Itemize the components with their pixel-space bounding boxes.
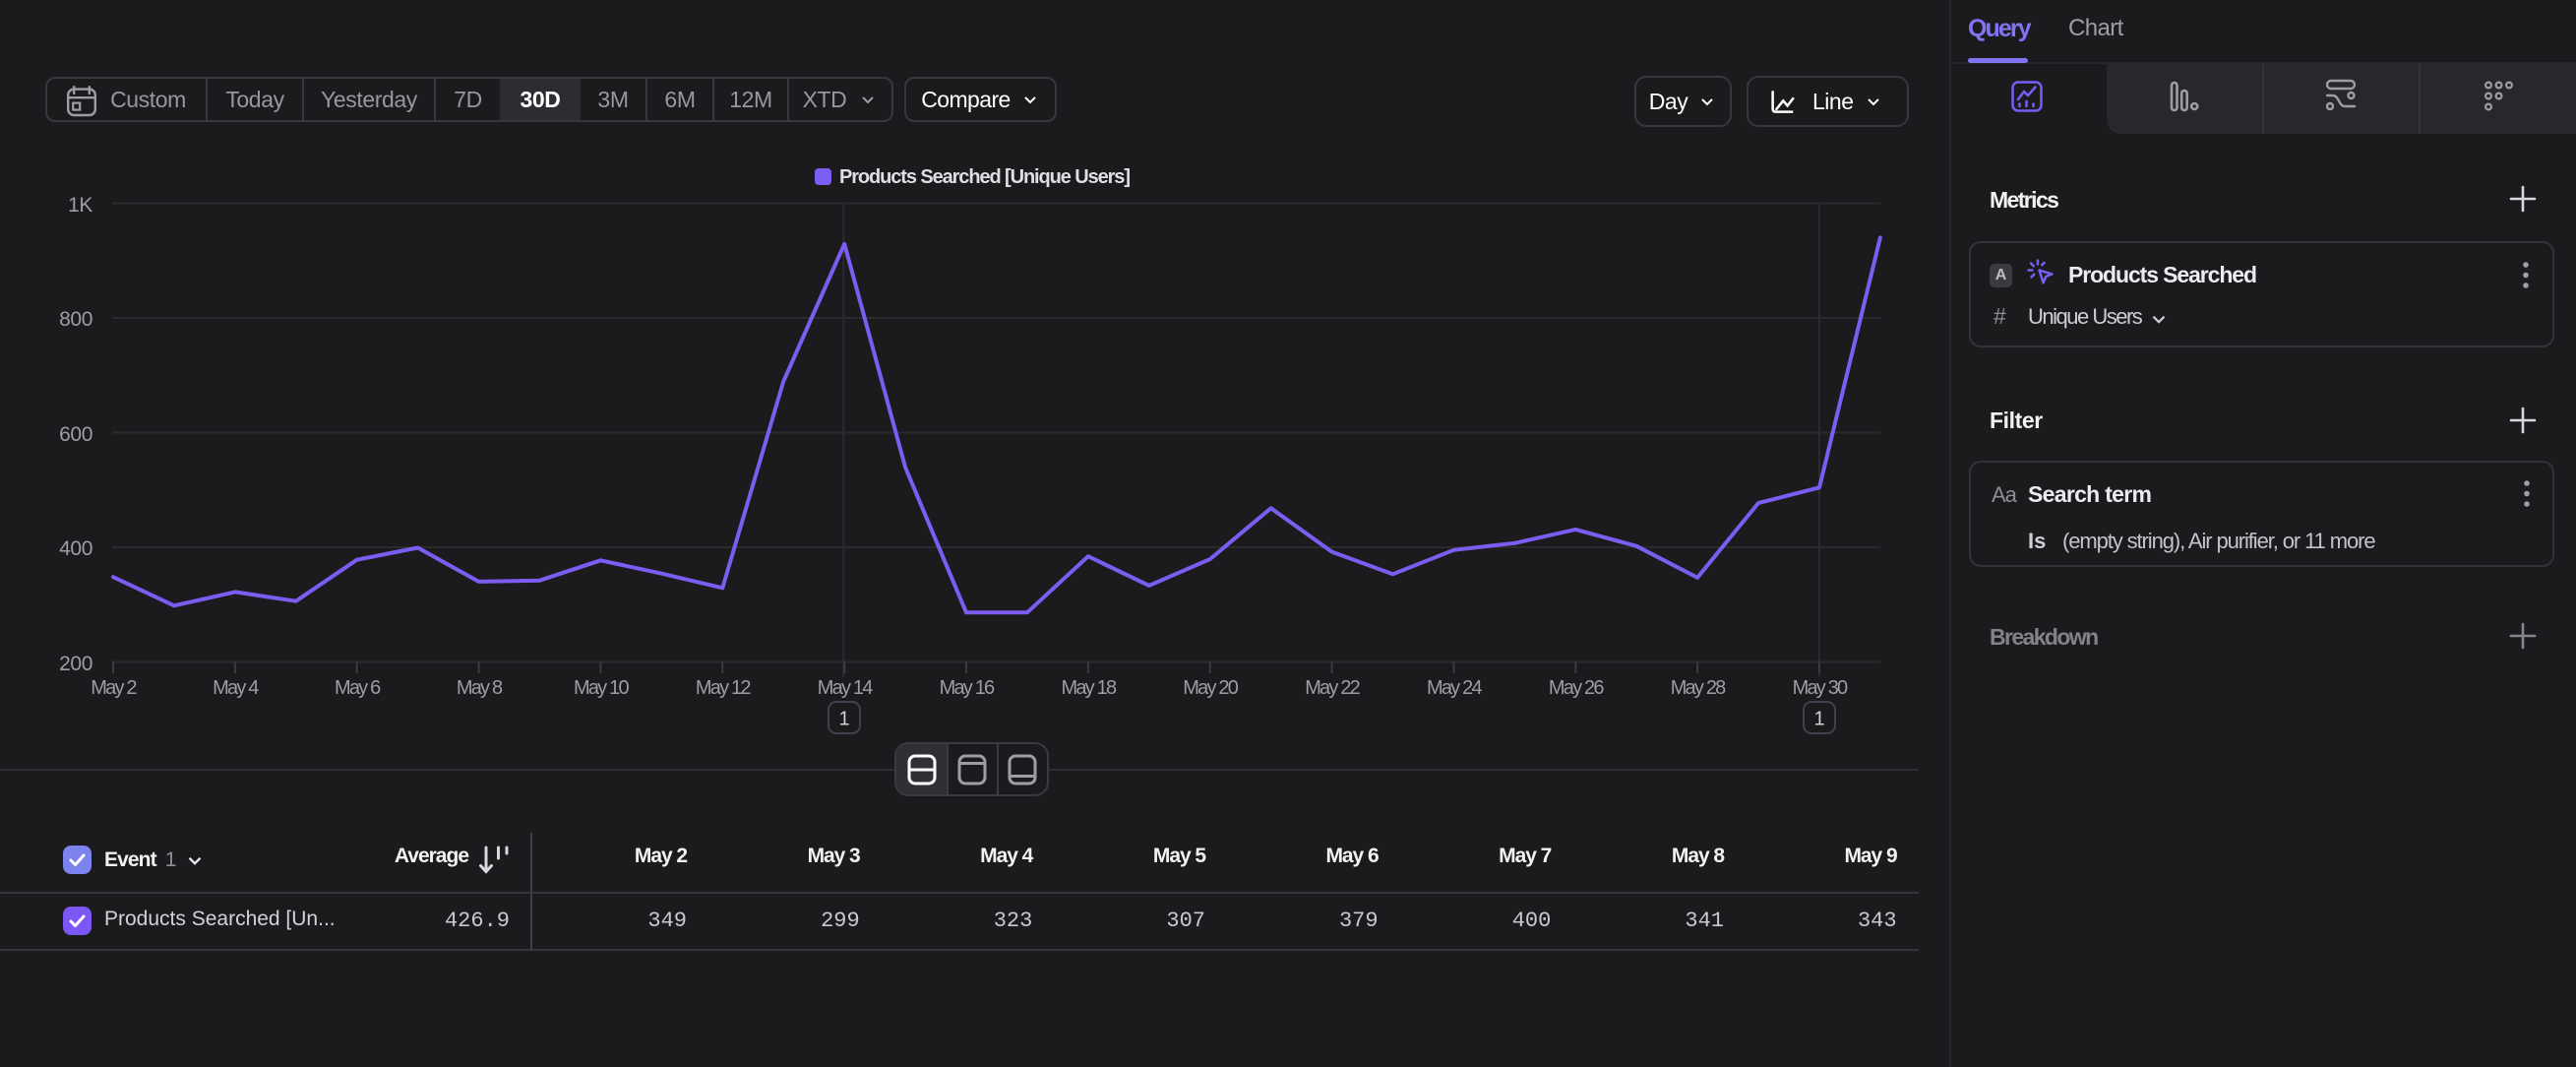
- svg-text:May 8: May 8: [457, 677, 503, 699]
- svg-text:May 24: May 24: [1427, 677, 1482, 699]
- svg-text:May 30: May 30: [1793, 677, 1848, 699]
- svg-text:400: 400: [59, 537, 92, 560]
- svg-text:May 6: May 6: [335, 677, 381, 699]
- svg-text:May 14: May 14: [818, 677, 873, 699]
- svg-text:200: 200: [59, 653, 92, 675]
- svg-text:May 20: May 20: [1183, 677, 1238, 699]
- svg-text:May 16: May 16: [940, 677, 995, 699]
- svg-text:May 4: May 4: [213, 677, 259, 699]
- svg-text:600: 600: [59, 423, 92, 446]
- svg-text:800: 800: [59, 308, 92, 331]
- svg-text:May 18: May 18: [1062, 677, 1117, 699]
- svg-text:May 26: May 26: [1549, 677, 1604, 699]
- svg-text:1: 1: [838, 709, 849, 730]
- svg-text:1K: 1K: [68, 194, 92, 217]
- svg-text:May 2: May 2: [91, 677, 137, 699]
- svg-text:May 28: May 28: [1671, 677, 1726, 699]
- svg-text:May 12: May 12: [696, 677, 751, 699]
- svg-text:May 10: May 10: [574, 677, 629, 699]
- svg-text:1: 1: [1813, 709, 1824, 730]
- svg-text:May 22: May 22: [1305, 677, 1360, 699]
